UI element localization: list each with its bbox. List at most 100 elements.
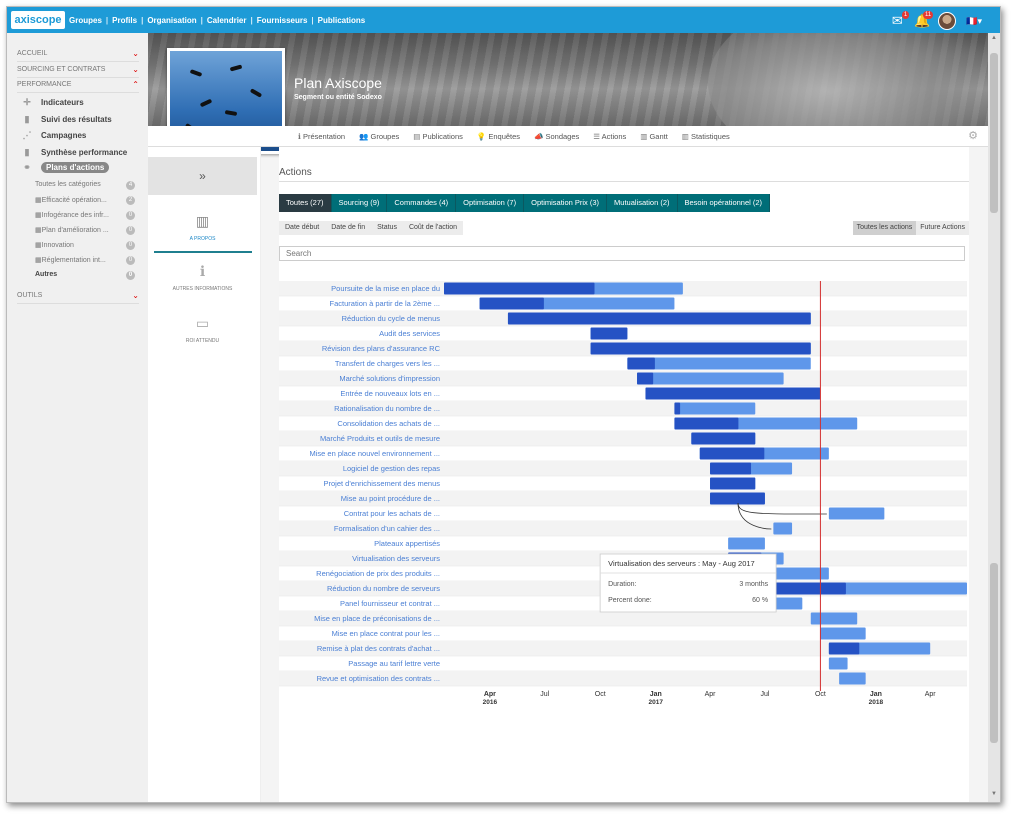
scroll-thumb-lower[interactable] bbox=[990, 563, 998, 743]
task-label[interactable]: Mise en place nouvel environnement ... bbox=[310, 449, 441, 458]
sidebar-item-indicateurs[interactable]: ✛ Indicateurs bbox=[21, 97, 84, 108]
task-label[interactable]: Mise au point procédure de ... bbox=[341, 494, 440, 503]
sidebar-item-campagnes[interactable]: ⋰ Campagnes bbox=[21, 130, 87, 141]
task-bar[interactable] bbox=[828, 657, 848, 670]
task-label[interactable]: Revue et optimisation des contrats ... bbox=[317, 674, 440, 683]
sidebar-section-performance[interactable]: PERFORMANCE ⌃ bbox=[17, 78, 139, 93]
task-label[interactable]: Passage au tarif lettre verte bbox=[348, 659, 440, 668]
task-bar-progress bbox=[674, 417, 739, 430]
leftnav-label: ROI ATTENDU bbox=[185, 338, 220, 344]
sidebar-item-label: Plans d'actions bbox=[41, 162, 110, 173]
tab-statistiques[interactable]: ▥ Statistiques bbox=[682, 132, 730, 141]
subitem-plan-amelioration[interactable]: ▦Plan d'amélioration ... 0 bbox=[35, 226, 135, 235]
task-bar[interactable] bbox=[810, 612, 858, 625]
task-label[interactable]: Panel fournisseur et contrat ... bbox=[340, 599, 440, 608]
subitem-efficacite[interactable]: ▦Efficacité opération... 2 bbox=[35, 196, 135, 205]
top-bar: axiscope Groupes | Profils | Organisation | Ca… bbox=[7, 7, 1000, 33]
task-label[interactable]: Renégociation de prix des produits ... bbox=[316, 569, 440, 578]
sidebar-item-label: Indicateurs bbox=[41, 98, 84, 107]
leftnav-a-propos[interactable]: ▥ A PROPOS bbox=[148, 213, 257, 242]
topnav-organisation[interactable]: Organisation bbox=[147, 16, 196, 25]
sidebar-item-suivi[interactable]: ▮ Suivi des résultats bbox=[21, 114, 112, 125]
task-label[interactable]: Virtualisation des serveurs bbox=[352, 554, 440, 563]
task-label[interactable]: Transfert de charges vers les ... bbox=[335, 359, 440, 368]
task-label[interactable]: Consolidation des achats de ... bbox=[337, 419, 440, 428]
task-bar[interactable] bbox=[773, 522, 793, 535]
bar-chart-icon: ▮ bbox=[24, 114, 30, 124]
task-label[interactable]: Marché solutions d'impression bbox=[339, 374, 440, 383]
subitem-reglementation[interactable]: ▦Réglementation int... 0 bbox=[35, 256, 135, 265]
tab-presentation[interactable]: ℹ Présentation bbox=[298, 132, 345, 141]
count-badge: 0 bbox=[126, 256, 135, 265]
scroll-down-icon[interactable]: ▼ bbox=[990, 791, 998, 799]
scroll-up-icon[interactable]: ▲ bbox=[990, 35, 998, 43]
task-label[interactable]: Facturation à partir de la 2ème ... bbox=[330, 299, 440, 308]
leftnav-autres-informations[interactable]: ℹ AUTRES INFORMATIONS bbox=[148, 263, 257, 292]
task-bar[interactable] bbox=[839, 672, 866, 685]
task-bar-progress bbox=[590, 327, 628, 340]
subitem-infogerance[interactable]: ▦Infogérance des infr... 0 bbox=[35, 211, 135, 220]
tab-gantt[interactable]: ▥ Gantt bbox=[640, 132, 668, 141]
scroll-thumb[interactable] bbox=[990, 53, 998, 213]
task-label[interactable]: Contrat pour les achats de ... bbox=[344, 509, 440, 518]
task-bar[interactable] bbox=[674, 402, 756, 415]
task-bar[interactable] bbox=[828, 507, 885, 520]
task-bar[interactable] bbox=[637, 372, 784, 385]
tab-icon: 👥 bbox=[359, 131, 371, 141]
task-label[interactable]: Audit des services bbox=[379, 329, 440, 338]
task-label[interactable]: Logiciel de gestion des repas bbox=[343, 464, 440, 473]
task-bar-progress bbox=[479, 297, 544, 310]
topnav-fournisseurs[interactable]: Fournisseurs bbox=[257, 16, 308, 25]
leftnav-label: A PROPOS bbox=[189, 236, 216, 242]
task-label[interactable]: Rationalisation du nombre de ... bbox=[334, 404, 440, 413]
sidebar-section-accueil[interactable]: ACCUEIL ⌄ bbox=[17, 47, 139, 62]
topnav-publications[interactable]: Publications bbox=[318, 16, 366, 25]
task-label[interactable]: Formalisation d'un cahier des ... bbox=[334, 524, 440, 533]
task-bar-progress bbox=[627, 357, 655, 370]
top-nav: Groupes | Profils | Organisation | Calendrier |… bbox=[69, 7, 365, 33]
x-tick-label: Oct bbox=[595, 691, 606, 698]
leftnav-roi-attendu[interactable]: ▭ ROI ATTENDU bbox=[148, 315, 257, 344]
task-label[interactable]: Poursuite de la mise en place du bbox=[331, 284, 440, 293]
bell-icon[interactable]: 🔔 11 bbox=[914, 11, 934, 28]
tab-actions[interactable]: ☰ Actions bbox=[593, 132, 626, 141]
task-label[interactable]: Révision des plans d'assurance RC bbox=[322, 344, 441, 353]
subitem-label: Autres bbox=[35, 271, 58, 278]
task-label[interactable]: Plateaux appertisés bbox=[374, 539, 440, 548]
bar-chart-icon: ▮ bbox=[24, 147, 30, 157]
tooltip-duration-label: Duration: bbox=[608, 581, 636, 588]
mail-icon[interactable]: ✉ 1 bbox=[890, 11, 910, 28]
x-tick-label: Jan bbox=[650, 691, 662, 698]
scrollbar[interactable]: ▲ ▼ bbox=[988, 33, 1000, 802]
tab-groupes[interactable]: 👥 Groupes bbox=[359, 132, 399, 141]
task-label[interactable]: Réduction du nombre de serveurs bbox=[327, 584, 440, 593]
language-flag-icon[interactable]: 🇫🇷▾ bbox=[966, 16, 982, 27]
task-bar[interactable] bbox=[820, 627, 866, 640]
gear-icon[interactable]: ⚙ bbox=[968, 129, 978, 142]
sidebar-item-synthese[interactable]: ▮ Synthèse performance bbox=[21, 147, 128, 158]
task-label[interactable]: Entrée de nouveaux lots en ... bbox=[340, 389, 440, 398]
tab-publications[interactable]: ▤ Publications bbox=[413, 132, 463, 141]
tab-enquetes[interactable]: 💡 Enquêtes bbox=[477, 132, 520, 141]
task-label[interactable]: Projet d'enrichissement des menus bbox=[324, 479, 441, 488]
task-label[interactable]: Mise en place de préconisations de ... bbox=[314, 614, 440, 623]
sidebar-item-plans-actions[interactable]: ⚭ Plans d'actions bbox=[21, 162, 110, 173]
task-bar-progress bbox=[699, 447, 765, 460]
subitem-innovation[interactable]: ▦Innovation 0 bbox=[35, 241, 135, 250]
tab-sondages[interactable]: 📣 Sondages bbox=[534, 132, 579, 141]
expand-toggle[interactable]: » bbox=[148, 157, 257, 195]
topnav-profils[interactable]: Profils bbox=[112, 16, 137, 25]
task-label[interactable]: Remise à plat des contrats d'achat ... bbox=[317, 644, 440, 653]
task-label[interactable]: Réduction du cycle de menus bbox=[342, 314, 441, 323]
topnav-groupes[interactable]: Groupes bbox=[69, 16, 102, 25]
task-label[interactable]: Mise en place contrat pour les ... bbox=[332, 629, 440, 638]
app-logo[interactable]: axiscope bbox=[11, 11, 65, 29]
user-avatar[interactable] bbox=[938, 12, 957, 30]
subitem-toutes[interactable]: Toutes les catégories 4 bbox=[35, 181, 135, 190]
sidebar-section-sourcing[interactable]: SOURCING ET CONTRATS ⌄ bbox=[17, 63, 139, 78]
sidebar-section-outils[interactable]: OUTILS ⌄ bbox=[17, 289, 139, 304]
task-bar[interactable] bbox=[728, 537, 765, 550]
topnav-calendrier[interactable]: Calendrier bbox=[207, 16, 247, 25]
subitem-autres[interactable]: Autres 0 bbox=[35, 271, 135, 280]
task-label[interactable]: Marché Produits et outils de mesure bbox=[320, 434, 440, 443]
